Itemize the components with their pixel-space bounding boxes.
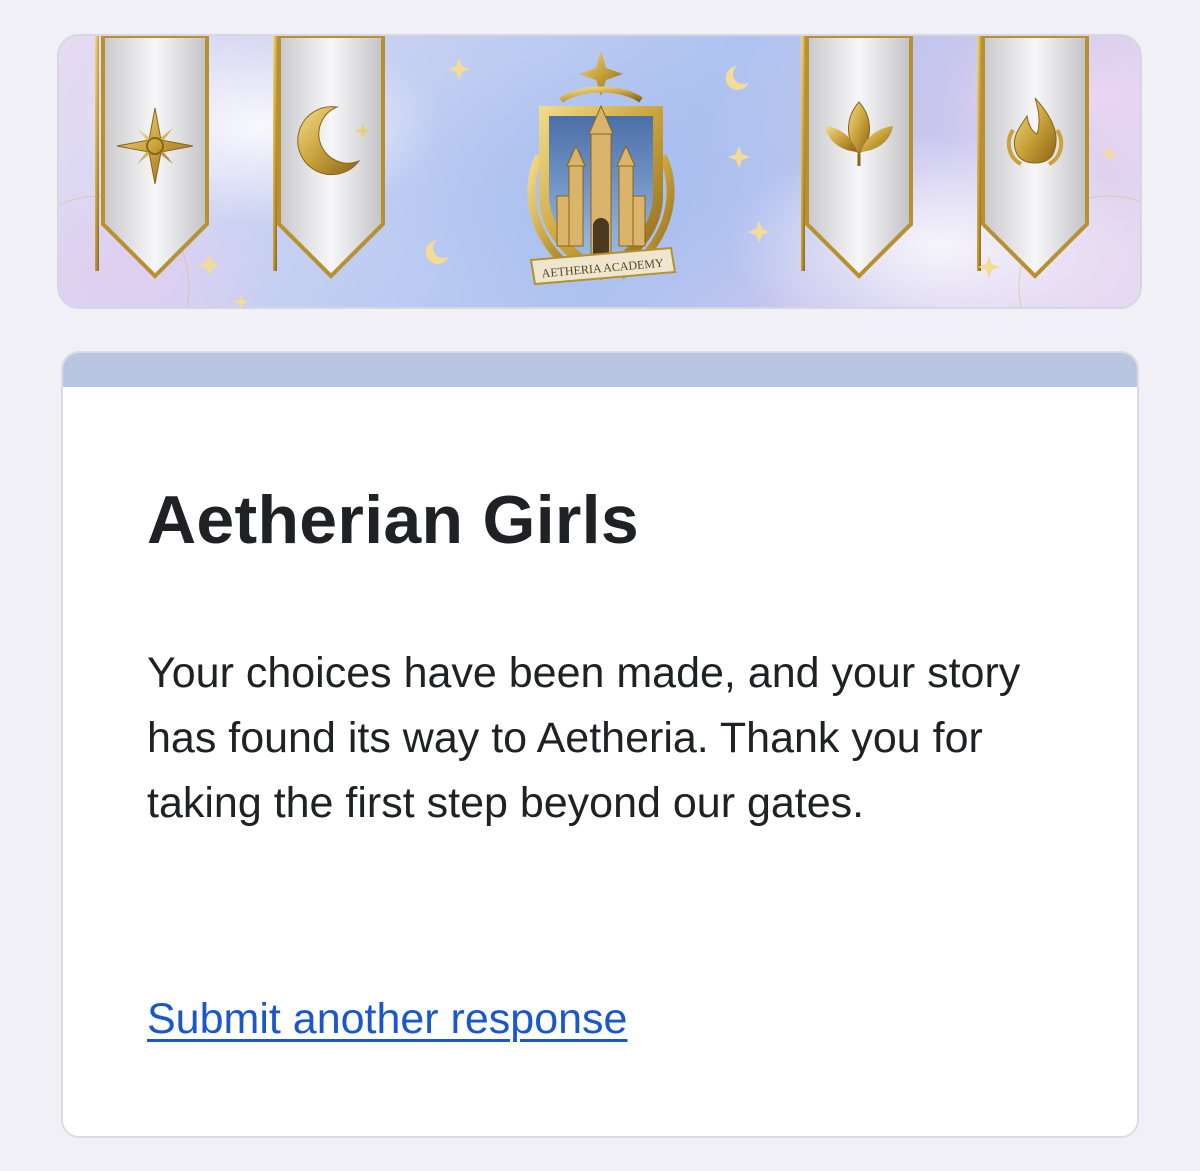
pennant-flame bbox=[977, 36, 1089, 279]
small-moon-decoration bbox=[725, 66, 749, 90]
small-moon-decoration bbox=[425, 240, 449, 264]
form-title: Aetherian Girls bbox=[147, 482, 639, 558]
confirmation-card: Aetherian Girls Your choices have been m… bbox=[61, 351, 1139, 1138]
form-confirmation-page: AETHERIA ACADEMY Aetherian Girls Your ch… bbox=[0, 0, 1200, 1171]
banner-artwork: AETHERIA ACADEMY bbox=[59, 36, 1140, 307]
submit-another-response-link[interactable]: Submit another response bbox=[147, 995, 627, 1044]
pennant-moon bbox=[273, 36, 385, 279]
academy-crest-logo: AETHERIA ACADEMY bbox=[527, 50, 677, 286]
pennant-star bbox=[95, 36, 209, 279]
pennant-leaf bbox=[801, 36, 913, 279]
header-banner-image: AETHERIA ACADEMY bbox=[57, 34, 1142, 309]
card-accent-bar bbox=[63, 353, 1137, 387]
confirmation-message: Your choices have been made, and your st… bbox=[147, 649, 1021, 827]
